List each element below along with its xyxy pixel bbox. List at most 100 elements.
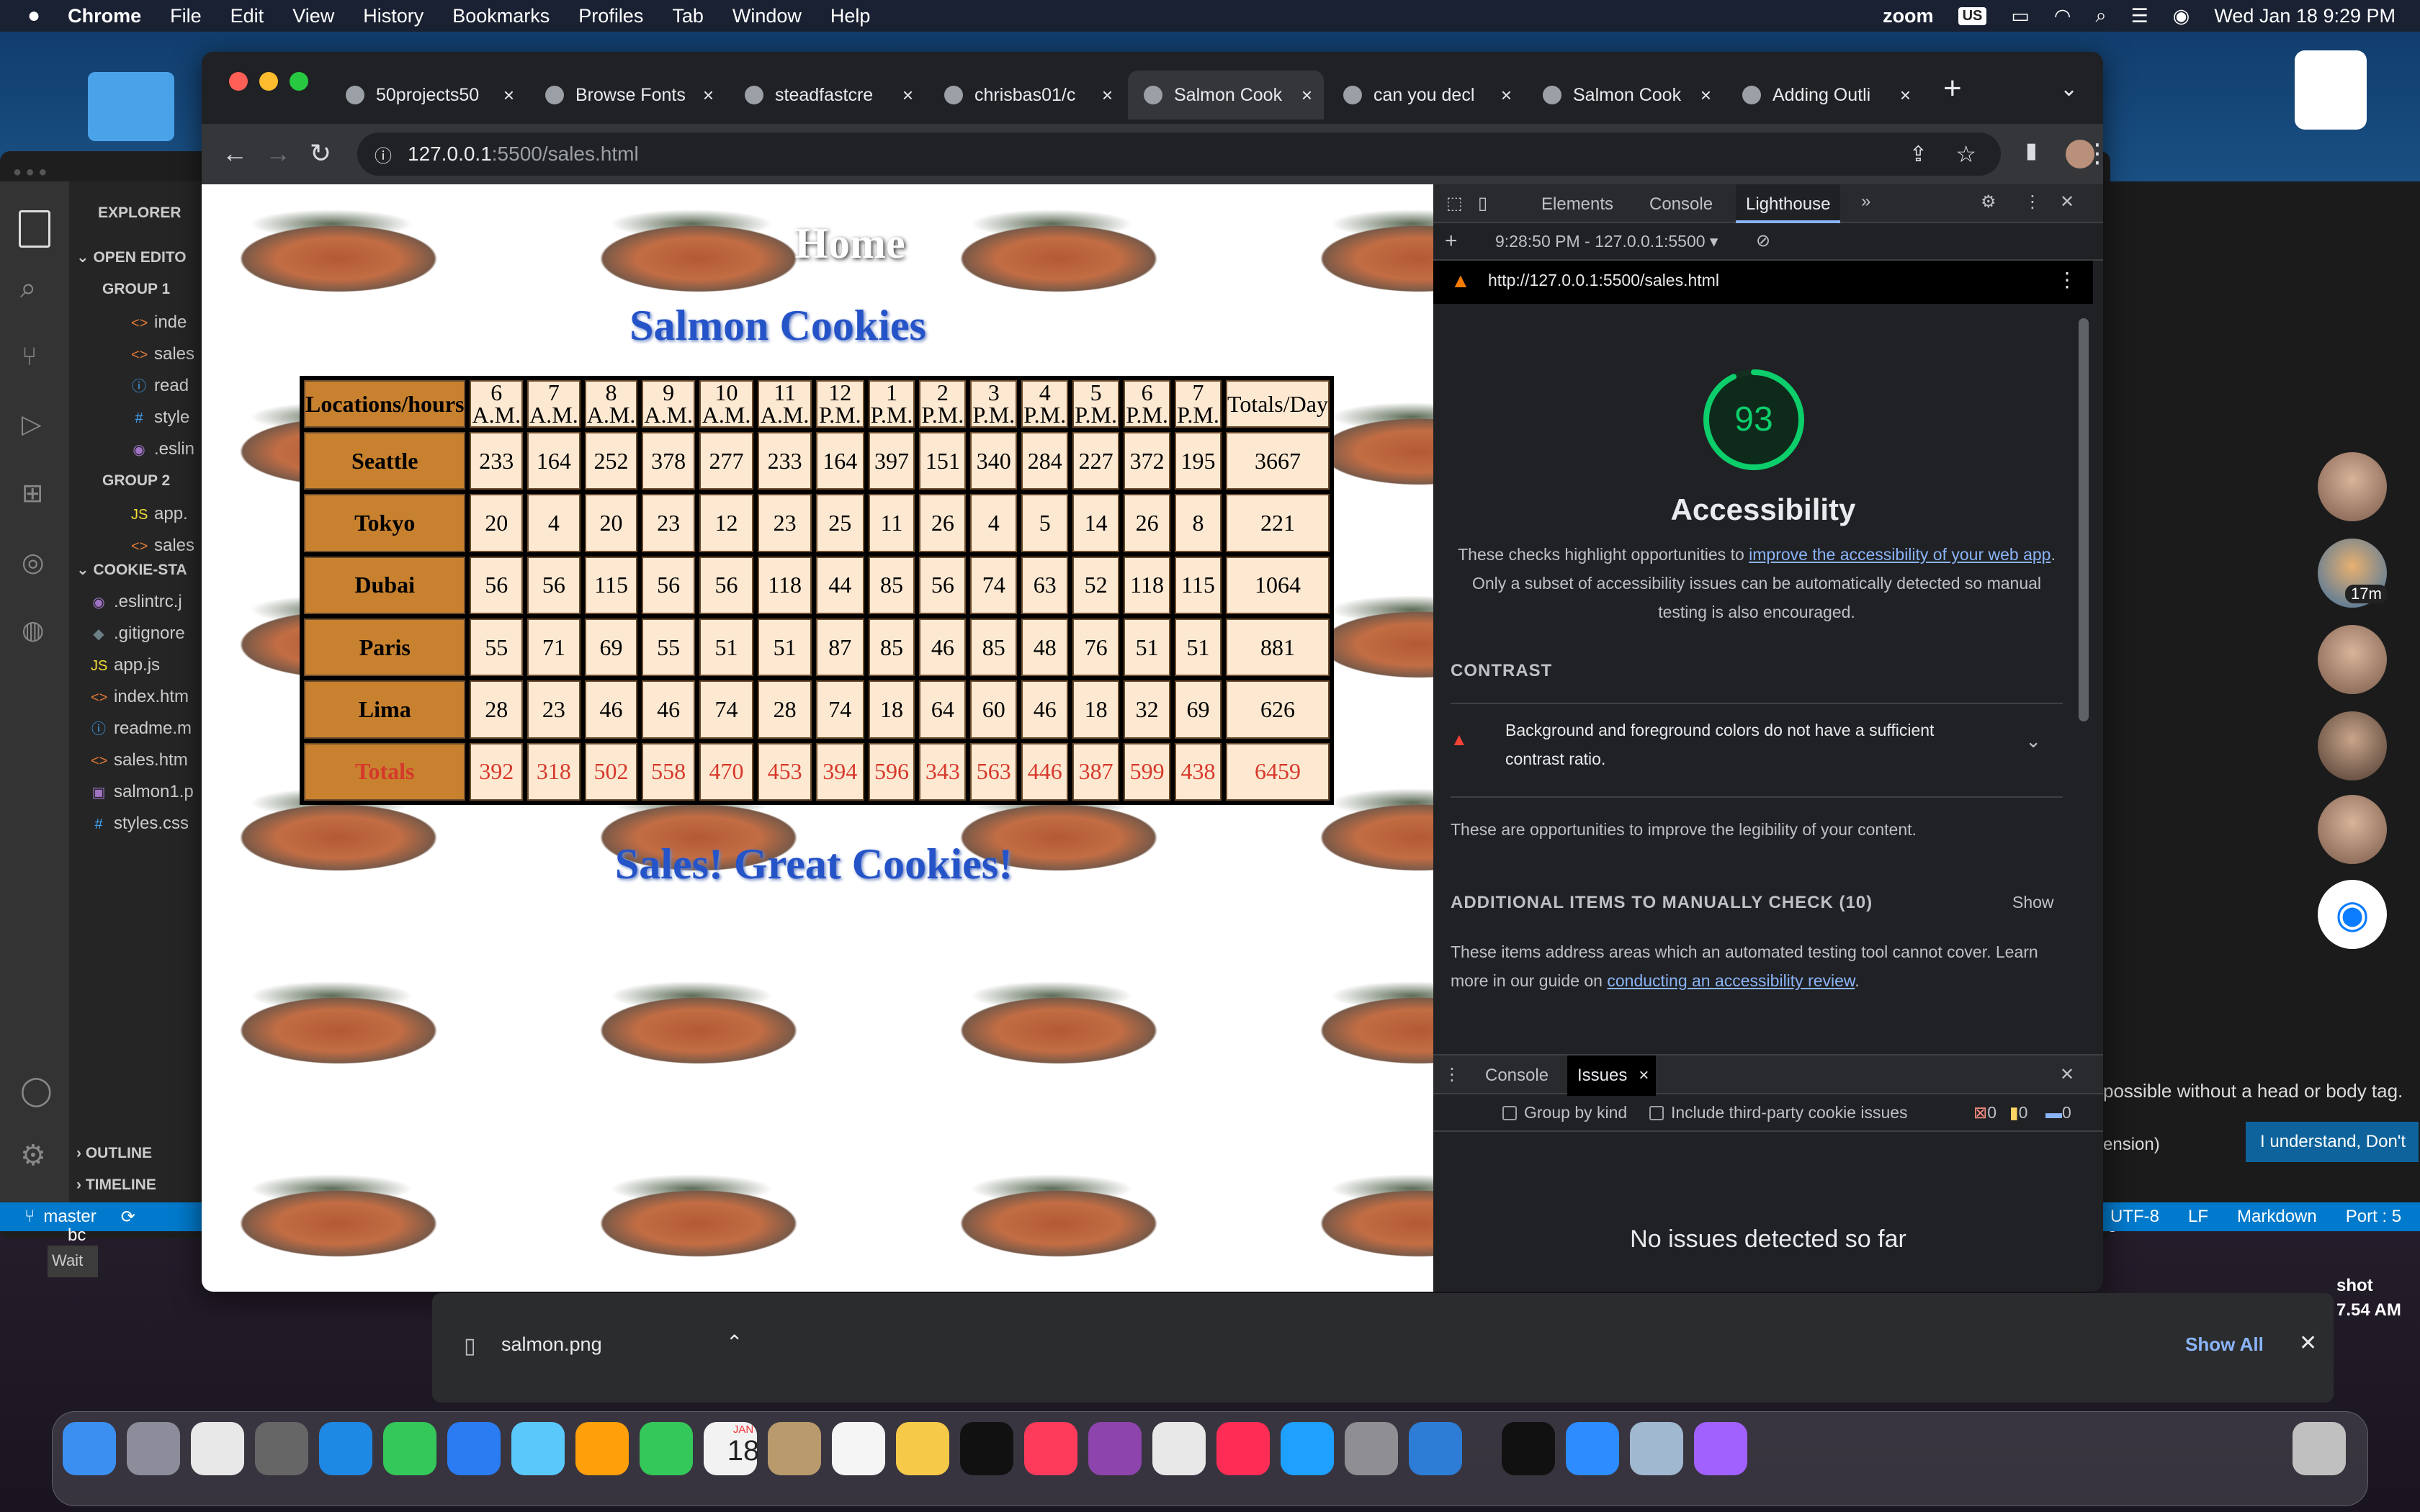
safari-icon[interactable] xyxy=(319,1422,372,1475)
warning-count[interactable]: ▮0 xyxy=(2009,1103,2027,1122)
close-window-button[interactable] xyxy=(229,72,248,91)
tab-console[interactable]: Console xyxy=(1649,194,1713,215)
contact-avatar[interactable] xyxy=(2318,795,2387,864)
browser-tab[interactable]: 50projects50 × xyxy=(330,71,526,120)
improve-accessibility-link[interactable]: improve the accessibility of your web ap… xyxy=(1749,545,2051,564)
tab-elements[interactable]: Elements xyxy=(1541,194,1613,215)
status-encoding-label[interactable]: UTF-8 xyxy=(2110,1207,2159,1227)
notes-icon[interactable] xyxy=(896,1422,949,1475)
siri-icon[interactable]: ◉ xyxy=(2173,5,2190,27)
close-tab-icon[interactable]: × xyxy=(1700,84,1711,107)
show-all-button[interactable]: Show All xyxy=(2185,1333,2264,1356)
zoom-window-button[interactable] xyxy=(290,72,308,91)
download-options-chevron-icon[interactable]: ⌃ xyxy=(726,1331,743,1354)
close-downloads-icon[interactable]: ✕ xyxy=(2299,1331,2317,1356)
contact-avatar[interactable] xyxy=(2318,625,2387,694)
reload-icon[interactable]: ↻ xyxy=(310,138,331,168)
error-count[interactable]: ⊠0 xyxy=(1973,1103,1996,1122)
browser-tab[interactable]: steadfastcre × xyxy=(729,71,925,120)
contact-avatar[interactable] xyxy=(2318,452,2387,521)
address-bar[interactable]: ⓘ 127.0.0.1:5500/sales.html ⇪ ☆ xyxy=(357,132,2001,176)
report-selector[interactable]: 9:28:50 PM - 127.0.0.1:5500 ▾ xyxy=(1495,232,1718,251)
messenger-icon[interactable] xyxy=(1694,1422,1747,1475)
menu-profiles[interactable]: Profiles xyxy=(578,5,643,27)
photos-icon[interactable] xyxy=(575,1422,629,1475)
browser-tab[interactable]: Browse Fonts × xyxy=(529,71,725,120)
sync-icon[interactable]: ⟳ xyxy=(121,1207,135,1228)
contacts-icon[interactable] xyxy=(768,1422,821,1475)
new-report-icon[interactable]: + xyxy=(1445,229,1458,253)
preview-icon[interactable] xyxy=(1630,1422,1683,1475)
menu-tab[interactable]: Tab xyxy=(672,5,704,27)
close-tab-icon[interactable]: × xyxy=(503,84,514,107)
close-tab-icon[interactable]: × xyxy=(1102,84,1113,107)
settings-gear-icon[interactable]: ⚙ xyxy=(20,1139,46,1172)
devtools-menu-icon[interactable]: ⋮ xyxy=(2024,192,2041,212)
browser-tab[interactable]: Salmon Cook × xyxy=(1527,71,1723,120)
menu-history[interactable]: History xyxy=(363,5,424,27)
menu-app-name[interactable]: Chrome xyxy=(68,5,141,27)
finder-icon[interactable] xyxy=(63,1422,116,1475)
info-count[interactable]: ▬0 xyxy=(2045,1103,2071,1122)
close-issues-icon[interactable]: × xyxy=(1639,1066,1649,1086)
apple-icon[interactable]: ● xyxy=(27,4,40,28)
menu-bookmarks[interactable]: Bookmarks xyxy=(452,5,550,27)
branch-name[interactable]: master xyxy=(43,1207,96,1227)
menu-edit[interactable]: Edit xyxy=(230,5,264,27)
browser-tab[interactable]: chrisbas01/c × xyxy=(928,71,1124,120)
device-toolbar-icon[interactable]: ▯ xyxy=(1478,193,1487,214)
launchpad-icon[interactable] xyxy=(127,1422,180,1475)
report-menu-icon[interactable]: ⋮ xyxy=(2057,268,2077,292)
input-source-badge[interactable]: US xyxy=(1958,6,1987,25)
contact-avatar[interactable] xyxy=(2318,711,2387,780)
side-panel-icon[interactable]: ▮ xyxy=(2025,138,2038,163)
messenger-chat-head[interactable]: ◉ xyxy=(2318,880,2387,949)
close-tab-icon[interactable]: × xyxy=(1501,84,1512,107)
github-icon[interactable]: ◍ xyxy=(22,615,44,645)
music-icon[interactable] xyxy=(1024,1422,1077,1475)
clear-reports-icon[interactable]: ⊘ xyxy=(1756,230,1770,251)
tv-icon[interactable] xyxy=(960,1422,1013,1475)
messages-icon[interactable] xyxy=(383,1422,436,1475)
trash-icon[interactable] xyxy=(2293,1422,2346,1475)
home-link[interactable]: Home xyxy=(562,219,1138,269)
wifi-icon[interactable]: ◠ xyxy=(2054,5,2071,27)
minimize-window-button[interactable] xyxy=(259,72,278,91)
expand-chevron-icon[interactable]: ⌄ xyxy=(2025,730,2041,752)
maps-icon[interactable] xyxy=(511,1422,565,1475)
edge-icon[interactable]: ◎ xyxy=(22,547,44,577)
status-port-label[interactable]: Port : 5 xyxy=(2346,1207,2401,1227)
vscode-icon[interactable] xyxy=(1409,1422,1462,1475)
show-manual-link[interactable]: Show xyxy=(2012,893,2054,912)
drawer-close-icon[interactable]: ✕ xyxy=(2060,1064,2074,1085)
clock[interactable]: Wed Jan 18 9:29 PM xyxy=(2214,5,2396,27)
close-tab-icon[interactable]: × xyxy=(1301,84,1312,107)
app-store-icon[interactable] xyxy=(1281,1422,1334,1475)
files-icon[interactable] xyxy=(19,210,50,248)
menu-window[interactable]: Window xyxy=(732,5,802,27)
zoom-status-item[interactable]: zoom xyxy=(1883,5,1934,27)
new-tab-icon[interactable]: + xyxy=(1943,71,1962,107)
devtools-close-icon[interactable]: ✕ xyxy=(2060,192,2074,212)
menu-view[interactable]: View xyxy=(292,5,334,27)
reminders-icon[interactable] xyxy=(832,1422,885,1475)
devtools-settings-icon[interactable]: ⚙ xyxy=(1981,192,1996,212)
drawer-tab-console[interactable]: Console xyxy=(1485,1066,1549,1086)
inspect-element-icon[interactable]: ⬚ xyxy=(1446,193,1463,214)
battery-icon[interactable]: ▭ xyxy=(2011,5,2030,27)
contrast-audit[interactable]: ▲ Background and foreground colors do no… xyxy=(1451,716,2063,780)
manual-checks-header[interactable]: ADDITIONAL ITEMS TO MANUALLY CHECK (10) xyxy=(1451,893,1873,913)
drawer-tab-issues[interactable]: Issues × xyxy=(1567,1056,1657,1096)
group-by-kind-checkbox[interactable] xyxy=(1502,1106,1517,1120)
forward-arrow-icon[interactable]: → xyxy=(265,138,291,168)
facetime-icon[interactable] xyxy=(640,1422,693,1475)
run-debug-icon[interactable]: ▷ xyxy=(22,409,42,439)
system-settings-icon[interactable] xyxy=(1345,1422,1398,1475)
download-filename[interactable]: salmon.png xyxy=(501,1333,602,1356)
source-control-icon[interactable]: ⑂ xyxy=(22,341,37,372)
mail-icon[interactable] xyxy=(447,1422,501,1475)
share-icon[interactable]: ⇪ xyxy=(1909,142,1927,167)
bookmark-star-icon[interactable]: ☆ xyxy=(1955,140,1976,168)
browser-tab[interactable]: Adding Outli × xyxy=(1726,71,1922,120)
slack-icon[interactable] xyxy=(191,1422,244,1475)
